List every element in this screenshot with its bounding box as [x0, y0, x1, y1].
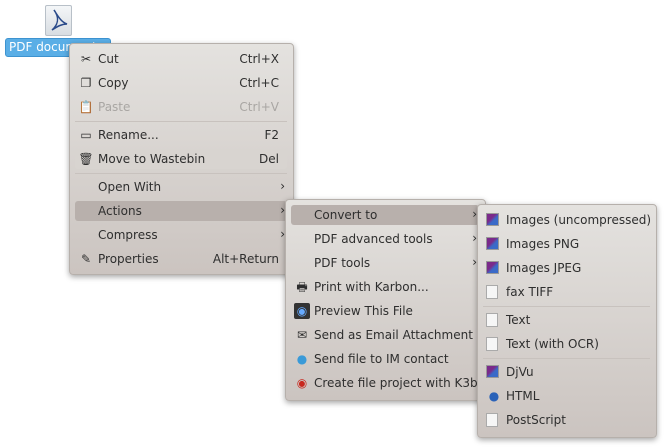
menu-item-send-email[interactable]: ✉ Send as Email Attachment	[291, 325, 479, 345]
menu-item-text[interactable]: Text	[483, 310, 650, 330]
trash-icon: 🗑	[78, 152, 94, 166]
actions-submenu: Convert to › PDF advanced tools › PDF tool…	[285, 199, 486, 401]
globe-icon: ●	[488, 389, 500, 403]
printer-icon: 🖶	[296, 280, 308, 294]
menu-item-compress[interactable]: Compress ›	[75, 225, 287, 245]
text-icon	[486, 337, 498, 351]
menu-item-images-png[interactable]: Images PNG	[483, 234, 650, 254]
image-icon	[486, 213, 499, 226]
menu-item-pdf-tools[interactable]: PDF tools ›	[291, 253, 479, 273]
menu-item-images-jpeg[interactable]: Images JPEG	[483, 258, 650, 278]
menu-item-actions[interactable]: Actions ›	[75, 201, 287, 221]
menu-item-cut[interactable]: ✂ Cut Ctrl+X	[75, 49, 287, 69]
menu-item-preview[interactable]: ◉ Preview This File	[291, 301, 479, 321]
menu-item-fax-tiff[interactable]: fax TIFF	[483, 282, 650, 302]
menu-item-html[interactable]: ● HTML	[483, 386, 650, 406]
email-icon: ✉	[296, 328, 308, 342]
document-icon	[486, 285, 498, 299]
menu-item-convert-to[interactable]: Convert to ›	[291, 205, 479, 225]
menu-item-copy[interactable]: ❐ Copy Ctrl+C	[75, 73, 287, 93]
context-menu: ✂ Cut Ctrl+X ❐ Copy Ctrl+C 📋 Paste Ctrl+V ▭ Ren…	[69, 43, 294, 275]
separator	[75, 121, 287, 122]
convert-to-submenu: Images (uncompressed) Images PNG Images …	[477, 204, 657, 438]
k3b-icon: ◉	[296, 376, 308, 390]
scissors-icon: ✂	[80, 52, 92, 66]
menu-item-print-karbon[interactable]: 🖶 Print with Karbon...	[291, 277, 479, 297]
menu-item-paste[interactable]: 📋 Paste Ctrl+V	[75, 97, 287, 117]
menu-item-k3b[interactable]: ◉ Create file project with K3b	[291, 373, 479, 393]
menu-item-rename[interactable]: ▭ Rename... F2	[75, 125, 287, 145]
rename-icon: ▭	[80, 128, 92, 142]
menu-item-images-uncompressed[interactable]: Images (uncompressed)	[483, 210, 651, 230]
chat-icon: ●	[296, 352, 308, 366]
chevron-right-icon: ›	[280, 179, 285, 193]
text-icon	[486, 313, 498, 327]
menu-item-djvu[interactable]: DjVu	[483, 362, 650, 382]
image-icon	[486, 365, 499, 378]
copy-icon: ❐	[80, 76, 92, 90]
separator	[483, 358, 650, 359]
preview-icon: ◉	[294, 303, 310, 319]
separator	[75, 173, 287, 174]
menu-item-move-to-wastebin[interactable]: 🗑 Move to Wastebin Del	[75, 149, 287, 169]
image-icon	[486, 261, 499, 274]
menu-item-postscript[interactable]: PostScript	[483, 410, 650, 430]
document-icon	[486, 413, 498, 427]
paste-icon: 📋	[78, 100, 94, 114]
separator	[483, 306, 650, 307]
properties-icon: ✎	[80, 252, 92, 266]
menu-item-pdf-advanced-tools[interactable]: PDF advanced tools ›	[291, 229, 479, 249]
menu-item-send-im[interactable]: ● Send file to IM contact	[291, 349, 479, 369]
pdf-file-icon[interactable]	[45, 5, 72, 36]
menu-item-properties[interactable]: ✎ Properties Alt+Return	[75, 249, 287, 269]
image-icon	[486, 237, 499, 250]
menu-item-open-with[interactable]: Open With ›	[75, 177, 287, 197]
menu-item-text-ocr[interactable]: Text (with OCR)	[483, 334, 650, 354]
